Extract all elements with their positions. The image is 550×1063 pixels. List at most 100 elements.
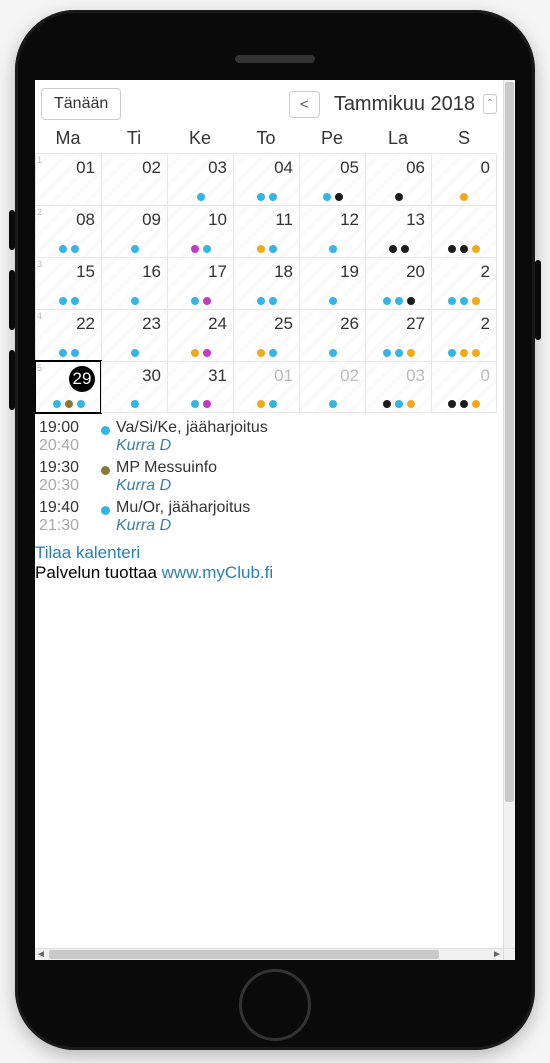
horizontal-scrollbar[interactable]: ◄ ► xyxy=(35,948,503,960)
event-start-time: 19:30 xyxy=(39,459,95,477)
day-cell[interactable]: 16 xyxy=(101,257,167,309)
day-cell[interactable]: 27 xyxy=(365,309,431,361)
horizontal-scroll-thumb[interactable] xyxy=(49,950,439,959)
day-cell[interactable]: 09 xyxy=(101,205,167,257)
event-color-dot-icon xyxy=(101,466,110,475)
vertical-scrollbar[interactable] xyxy=(503,80,515,948)
day-number: 19 xyxy=(300,262,359,282)
event-dot-icon xyxy=(257,193,265,201)
event-dot-icon xyxy=(77,400,85,408)
day-cell[interactable]: 01 xyxy=(233,361,299,413)
event-title: Va/Si/Ke, jääharjoitus xyxy=(116,419,268,437)
day-cell[interactable]: 15 xyxy=(35,257,101,309)
day-cell[interactable]: 03 xyxy=(167,153,233,205)
day-number: 22 xyxy=(36,314,95,334)
event-dots xyxy=(300,349,365,357)
event-end-time: 21:30 xyxy=(39,517,95,535)
event-dot-icon xyxy=(448,349,456,357)
event-dots xyxy=(234,193,299,201)
day-cell[interactable]: 12 xyxy=(299,205,365,257)
event-dot-icon xyxy=(59,245,67,253)
event-row[interactable]: 19:3020:30MP MessuinfoKurra D xyxy=(39,457,499,497)
event-dot-icon xyxy=(131,349,139,357)
event-dot-icon xyxy=(448,400,456,408)
day-cell[interactable]: 06 xyxy=(365,153,431,205)
event-row[interactable]: 19:0020:40Va/Si/Ke, jääharjoitusKurra D xyxy=(39,417,499,457)
day-number: 04 xyxy=(234,158,293,178)
day-cell[interactable]: 0 xyxy=(431,153,497,205)
week-number: 5 xyxy=(37,363,42,373)
event-list: 19:0020:40Va/Si/Ke, jääharjoitusKurra D1… xyxy=(35,413,503,537)
week-row: 31516171819202 xyxy=(35,257,503,309)
vertical-scroll-thumb[interactable] xyxy=(505,82,514,802)
day-cell[interactable]: 20 xyxy=(365,257,431,309)
prev-month-button[interactable]: < xyxy=(289,91,320,118)
day-number: 06 xyxy=(366,158,425,178)
day-cell[interactable]: 31 xyxy=(167,361,233,413)
scroll-left-icon[interactable]: ◄ xyxy=(35,949,47,960)
day-cell[interactable]: 26 xyxy=(299,309,365,361)
event-dots xyxy=(168,245,233,253)
day-cell[interactable]: 02 xyxy=(299,361,365,413)
day-cell[interactable]: 22 xyxy=(35,309,101,361)
day-cell[interactable]: 17 xyxy=(167,257,233,309)
day-cell[interactable]: 10 xyxy=(167,205,233,257)
collapse-button[interactable]: ˆ xyxy=(483,94,497,114)
day-cell[interactable]: 03 xyxy=(365,361,431,413)
day-cell[interactable]: 08 xyxy=(35,205,101,257)
event-dot-icon xyxy=(472,400,480,408)
event-dot-icon xyxy=(191,297,199,305)
event-start-time: 19:00 xyxy=(39,419,95,437)
day-number: 20 xyxy=(366,262,425,282)
day-cell[interactable]: 02 xyxy=(101,153,167,205)
event-dots xyxy=(300,400,365,408)
provider-link[interactable]: www.myClub.fi xyxy=(162,563,273,582)
day-cell[interactable]: 30 xyxy=(101,361,167,413)
scroll-down-icon[interactable] xyxy=(504,936,515,948)
day-number: 17 xyxy=(168,262,227,282)
day-cell[interactable]: 01 xyxy=(35,153,101,205)
event-dot-icon xyxy=(460,297,468,305)
week-number: 1 xyxy=(37,155,42,165)
home-button[interactable] xyxy=(239,969,311,1041)
day-cell[interactable] xyxy=(431,205,497,257)
day-number: 01 xyxy=(36,158,95,178)
day-cell[interactable]: 05 xyxy=(299,153,365,205)
day-cell[interactable]: 18 xyxy=(233,257,299,309)
month-nav: < Tammikuu 2018 ˆ xyxy=(289,91,497,118)
day-number: 03 xyxy=(168,158,227,178)
day-cell[interactable]: 04 xyxy=(233,153,299,205)
scroll-right-icon[interactable]: ► xyxy=(491,949,503,960)
day-cell[interactable]: 11 xyxy=(233,205,299,257)
phone-side-button xyxy=(535,260,541,340)
event-dots xyxy=(300,193,365,201)
event-dots xyxy=(432,400,496,408)
event-dot-icon xyxy=(448,245,456,253)
day-cell[interactable]: 2 xyxy=(431,257,497,309)
day-cell[interactable]: 13 xyxy=(365,205,431,257)
weekday-row: Ma Ti Ke To Pe La S xyxy=(35,126,503,153)
day-cell[interactable]: 23 xyxy=(101,309,167,361)
event-subtitle: Kurra D xyxy=(116,477,217,495)
day-number: 25 xyxy=(234,314,293,334)
event-dot-icon xyxy=(59,349,67,357)
event-dots xyxy=(366,400,431,408)
event-dot-icon xyxy=(269,349,277,357)
event-dots xyxy=(234,400,299,408)
weekday-label: Pe xyxy=(299,128,365,149)
day-cell[interactable]: 24 xyxy=(167,309,233,361)
subscribe-link[interactable]: Tilaa kalenteri xyxy=(35,543,140,562)
provider-prefix: Palvelun tuottaa xyxy=(35,563,162,582)
event-dots xyxy=(432,193,496,201)
event-dots xyxy=(432,297,496,305)
weekday-label: To xyxy=(233,128,299,149)
day-cell-selected[interactable]: 29 xyxy=(35,361,101,413)
day-cell[interactable]: 25 xyxy=(233,309,299,361)
day-cell[interactable]: 0 xyxy=(431,361,497,413)
day-cell[interactable]: 19 xyxy=(299,257,365,309)
content: Tänään < Tammikuu 2018 ˆ Ma Ti Ke To Pe … xyxy=(35,80,503,948)
event-row[interactable]: 19:4021:30Mu/Or, jääharjoitusKurra D xyxy=(39,497,499,537)
day-cell[interactable]: 2 xyxy=(431,309,497,361)
today-button[interactable]: Tänään xyxy=(41,88,121,120)
event-dots xyxy=(300,297,365,305)
